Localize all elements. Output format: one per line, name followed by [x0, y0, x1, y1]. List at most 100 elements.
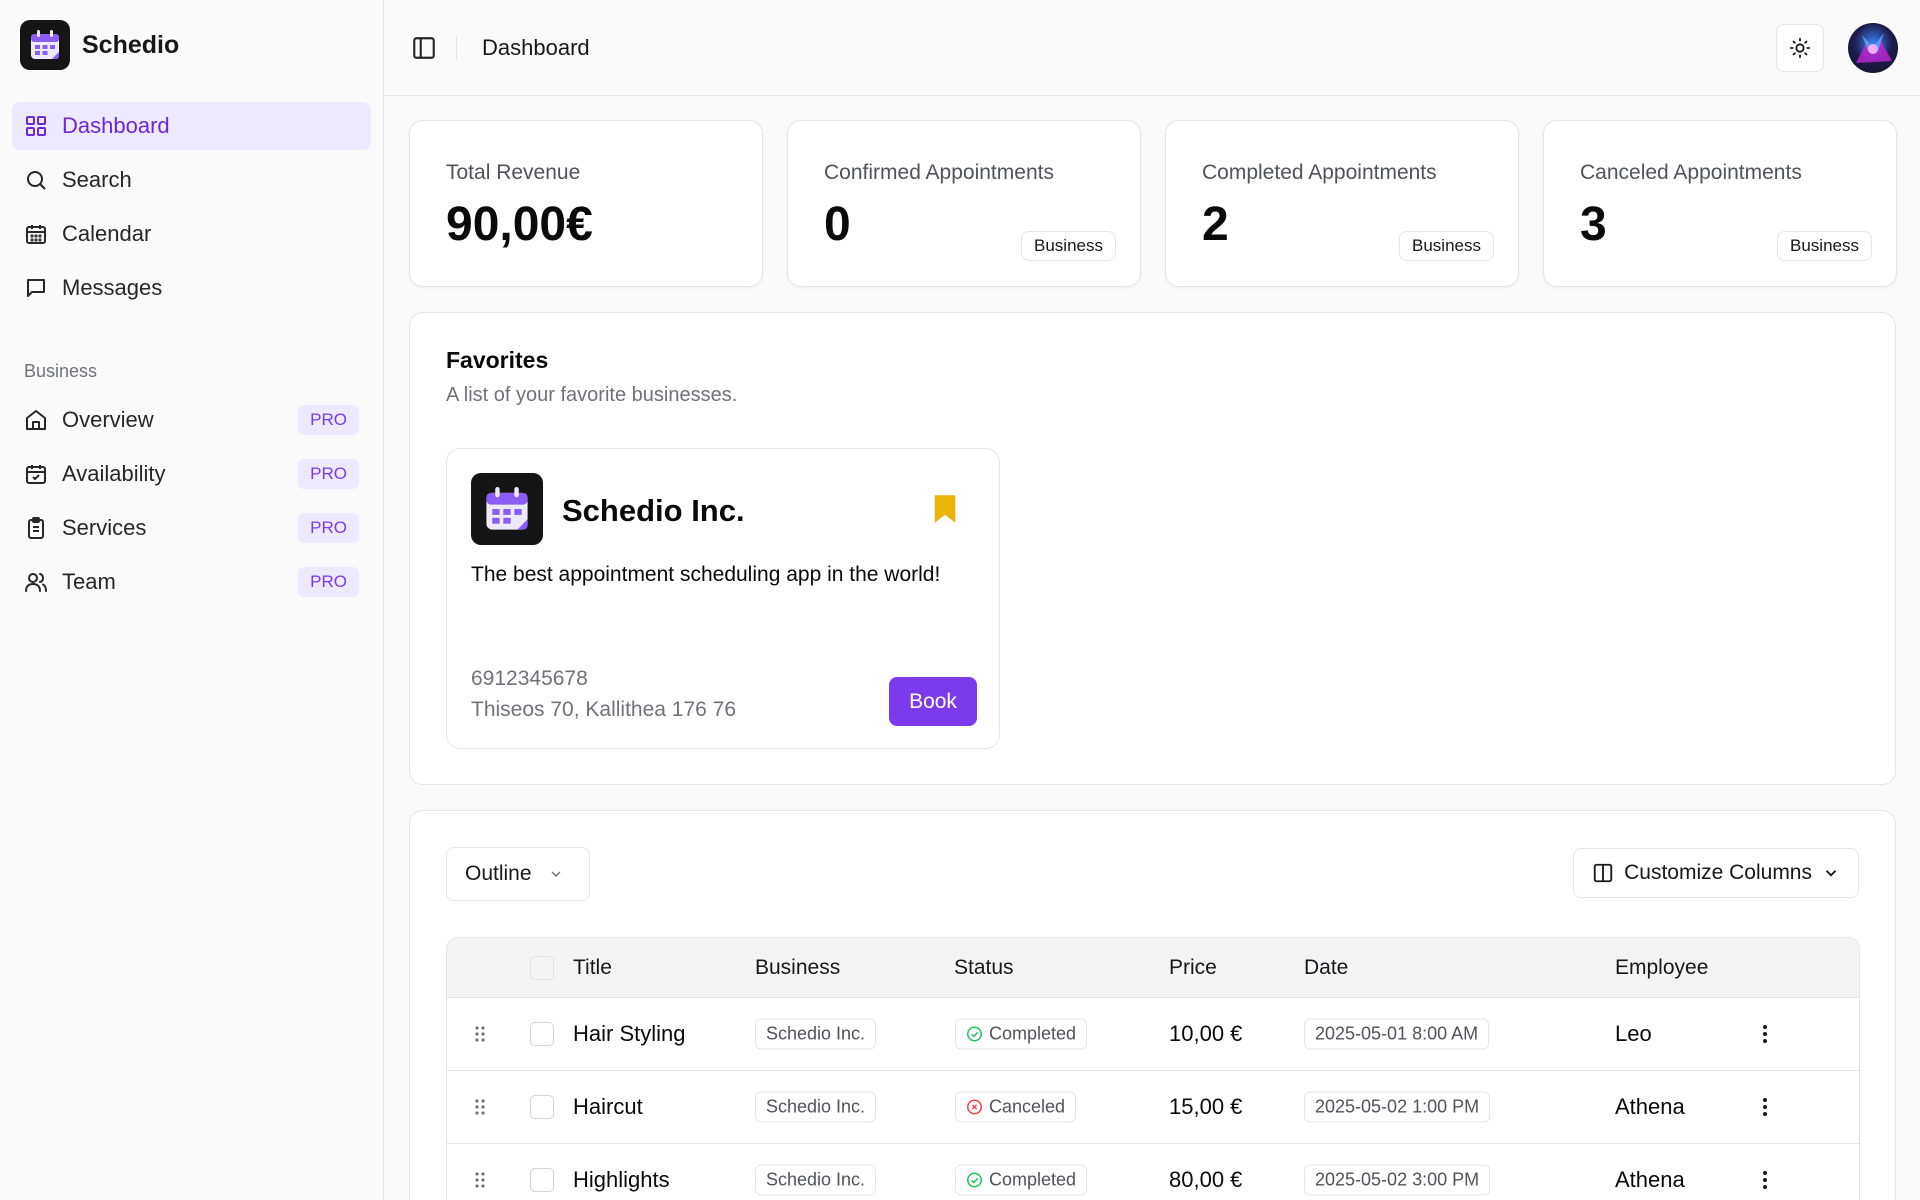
- users-icon: [24, 570, 48, 594]
- brand[interactable]: Schedio: [20, 20, 179, 70]
- view-select[interactable]: Outline: [446, 847, 590, 901]
- sidebar-item-overview[interactable]: Overview PRO: [12, 396, 371, 444]
- row-more-icon[interactable]: [1755, 1168, 1775, 1192]
- sidebar-item-label: Messages: [62, 275, 163, 300]
- business-card[interactable]: Schedio Inc. The best appointment schedu…: [446, 448, 1000, 749]
- row-employee: Athena: [1615, 1167, 1685, 1192]
- view-select-value: Outline: [465, 862, 532, 885]
- stat-badge: Business: [1021, 231, 1116, 261]
- stat-card-canceled: Canceled Appointments 3 Business: [1543, 120, 1897, 287]
- sidebar-item-label: Calendar: [62, 221, 152, 246]
- sidebar-item-team[interactable]: Team PRO: [12, 558, 371, 606]
- stat-card-completed: Completed Appointments 2 Business: [1165, 120, 1519, 287]
- row-price: 15,00 €: [1169, 1094, 1243, 1119]
- row-status-chip: Canceled: [955, 1091, 1077, 1123]
- app-name: Schedio: [82, 30, 180, 59]
- sidebar-item-search[interactable]: Search: [12, 156, 371, 204]
- column-header-status[interactable]: Status: [954, 956, 1014, 980]
- drag-handle-icon[interactable]: [473, 1097, 487, 1117]
- row-title: Hair Styling: [573, 1021, 686, 1046]
- row-more-icon[interactable]: [1755, 1022, 1775, 1046]
- grid-icon: [24, 114, 48, 138]
- column-header-price[interactable]: Price: [1169, 956, 1217, 980]
- book-button[interactable]: Book: [889, 677, 977, 726]
- favorites-title: Favorites: [446, 347, 549, 373]
- column-header-title[interactable]: Title: [573, 956, 612, 980]
- stat-label: Confirmed Appointments: [824, 161, 1054, 184]
- customize-columns-button[interactable]: Customize Columns: [1573, 848, 1859, 898]
- column-header-business[interactable]: Business: [755, 956, 840, 980]
- drag-handle-icon[interactable]: [473, 1170, 487, 1190]
- home-icon: [24, 408, 48, 432]
- pro-badge: PRO: [298, 459, 359, 489]
- appointments-table-card: Outline Customize Columns Title Business…: [409, 810, 1896, 1200]
- row-status: Canceled: [989, 1096, 1066, 1117]
- sidebar-item-availability[interactable]: Availability PRO: [12, 450, 371, 498]
- stat-value: 90,00€: [446, 198, 593, 251]
- stat-value: 2: [1202, 198, 1229, 251]
- row-checkbox[interactable]: [530, 1168, 554, 1192]
- row-status-chip: Completed: [955, 1018, 1088, 1050]
- search-icon: [24, 168, 48, 192]
- row-business-chip: Schedio Inc.: [755, 1018, 877, 1050]
- column-header-date[interactable]: Date: [1304, 956, 1348, 980]
- business-address: Thiseos 70, Kallithea 176 76: [471, 698, 737, 721]
- row-title: Highlights: [573, 1167, 670, 1192]
- sidebar-item-messages[interactable]: Messages: [12, 264, 371, 312]
- business-logo-icon: [471, 473, 543, 545]
- row-checkbox[interactable]: [530, 1022, 554, 1046]
- favorites-subtitle: A list of your favorite businesses.: [446, 384, 738, 406]
- main-nav: Dashboard Search Calendar Messages: [12, 102, 371, 318]
- sidebar-item-label: Search: [62, 167, 132, 192]
- pro-badge: PRO: [298, 405, 359, 435]
- row-date-chip: 2025-05-02 1:00 PM: [1304, 1091, 1491, 1123]
- x-circle-icon: [966, 1099, 983, 1116]
- stat-label: Total Revenue: [446, 161, 581, 184]
- row-employee: Athena: [1615, 1094, 1685, 1119]
- row-checkbox[interactable]: [530, 1095, 554, 1119]
- stat-card-total-revenue: Total Revenue 90,00€: [409, 120, 763, 287]
- user-avatar[interactable]: [1848, 23, 1898, 73]
- appointments-table: Title Business Status Price Date Employe…: [446, 937, 1860, 1200]
- row-status: Completed: [989, 1023, 1077, 1044]
- table-row[interactable]: Hair Styling Schedio Inc. Completed 10,0…: [447, 998, 1859, 1071]
- pro-badge: PRO: [298, 513, 359, 543]
- table-header: Title Business Status Price Date Employe…: [447, 938, 1859, 998]
- row-date-chip: 2025-05-02 3:00 PM: [1304, 1164, 1491, 1196]
- row-status-chip: Completed: [955, 1164, 1088, 1196]
- row-status: Completed: [989, 1169, 1077, 1190]
- message-icon: [24, 276, 48, 300]
- table-row[interactable]: Highlights Schedio Inc. Completed 80,00 …: [447, 1144, 1859, 1200]
- sidebar: Schedio Dashboard Search Calendar Messag…: [0, 0, 384, 1200]
- sidebar-item-dashboard[interactable]: Dashboard: [12, 102, 371, 150]
- favorites-section: Favorites A list of your favorite busine…: [409, 312, 1896, 785]
- stat-label: Canceled Appointments: [1580, 161, 1802, 184]
- sidebar-item-label: Team: [62, 569, 116, 594]
- sidebar-item-label: Availability: [62, 461, 166, 486]
- stat-badge: Business: [1399, 231, 1494, 261]
- calendar-check-icon: [24, 462, 48, 486]
- select-all-checkbox[interactable]: [530, 956, 554, 980]
- sidebar-toggle-button[interactable]: [411, 35, 437, 61]
- check-circle-icon: [966, 1026, 983, 1043]
- row-price: 80,00 €: [1169, 1167, 1243, 1192]
- drag-handle-icon[interactable]: [473, 1024, 487, 1044]
- bookmark-icon[interactable]: [931, 493, 959, 525]
- chevron-down-icon: [1822, 864, 1840, 882]
- table-row[interactable]: Haircut Schedio Inc. Canceled 15,00 € 20…: [447, 1071, 1859, 1144]
- stat-badge: Business: [1777, 231, 1872, 261]
- page-title: Dashboard: [482, 35, 590, 60]
- sidebar-item-label: Dashboard: [62, 113, 170, 138]
- stat-card-confirmed: Confirmed Appointments 0 Business: [787, 120, 1141, 287]
- row-title: Haircut: [573, 1094, 643, 1119]
- sidebar-item-calendar[interactable]: Calendar: [12, 210, 371, 258]
- sidebar-item-services[interactable]: Services PRO: [12, 504, 371, 552]
- theme-toggle-button[interactable]: [1776, 24, 1824, 72]
- column-header-employee[interactable]: Employee: [1615, 956, 1708, 980]
- business-name: Schedio Inc.: [562, 493, 745, 528]
- stat-label: Completed Appointments: [1202, 161, 1437, 184]
- clipboard-icon: [24, 516, 48, 540]
- app-logo-icon: [20, 20, 70, 70]
- row-more-icon[interactable]: [1755, 1095, 1775, 1119]
- row-date-chip: 2025-05-01 8:00 AM: [1304, 1018, 1490, 1050]
